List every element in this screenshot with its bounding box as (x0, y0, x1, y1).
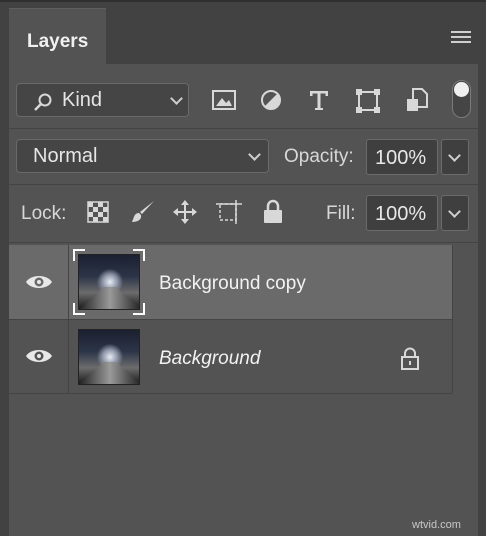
type-filter-icon[interactable] (307, 88, 331, 112)
image-filter-icon[interactable] (211, 88, 237, 112)
divider (9, 128, 478, 129)
lock-position-icon[interactable] (172, 199, 198, 225)
thumbnail-image-floor (79, 287, 139, 309)
opacity-label: Opacity: (284, 146, 354, 167)
filter-toggle-knob (454, 82, 469, 97)
selection-corner (73, 249, 85, 261)
lock-image-pixels-icon[interactable] (130, 199, 156, 225)
eye-icon (26, 350, 52, 362)
filter-kind-dropdown[interactable]: Kind (16, 83, 189, 117)
layers-panel: Layers Kind Normal Opacity: 100% Lock: F… (0, 0, 486, 536)
divider (9, 184, 478, 185)
layer-lock-icon[interactable] (400, 347, 420, 371)
selection-corner (133, 249, 145, 261)
layer-row-background[interactable]: Background (9, 320, 452, 394)
lock-artboard-icon[interactable] (215, 199, 243, 225)
layer-thumbnail[interactable] (78, 254, 140, 310)
lock-all-icon[interactable] (262, 199, 284, 225)
eye-icon (26, 276, 52, 288)
opacity-value: 100% (375, 147, 427, 169)
chevron-down-icon (170, 92, 183, 105)
opacity-field[interactable]: 100% (366, 139, 438, 175)
watermark-text: wtvid.com (412, 519, 461, 531)
selection-corner (133, 303, 145, 315)
blend-mode-dropdown[interactable]: Normal (16, 139, 269, 173)
divider (9, 393, 452, 394)
search-icon (34, 93, 52, 111)
panel-tab-bar: Layers (0, 0, 486, 66)
visibility-toggle[interactable] (9, 245, 69, 319)
panel-left-border (0, 64, 9, 536)
fill-field[interactable]: 100% (366, 195, 438, 231)
filter-toggle[interactable] (452, 80, 471, 118)
filter-kind-label: Kind (62, 89, 103, 111)
blend-mode-value: Normal (33, 145, 98, 167)
lock-label: Lock: (21, 203, 67, 224)
fill-value: 100% (375, 203, 427, 225)
layer-row-background-copy[interactable]: Background copy (9, 245, 452, 319)
chevron-down-icon (448, 149, 461, 162)
smart-object-filter-icon[interactable] (405, 87, 429, 113)
layer-list-divider-vertical (452, 245, 453, 393)
opacity-slider-button[interactable] (441, 139, 469, 175)
chevron-down-icon (448, 205, 461, 218)
layer-name[interactable]: Background copy (159, 273, 306, 295)
thumbnail-image-floor (79, 362, 139, 384)
tab-layers[interactable]: Layers (9, 8, 106, 66)
adjustment-filter-icon[interactable] (259, 88, 283, 112)
panel-menu-icon[interactable] (451, 31, 471, 45)
layer-name[interactable]: Background (159, 348, 260, 370)
fill-label: Fill: (326, 203, 356, 224)
divider (9, 242, 478, 243)
tab-layers-label: Layers (27, 31, 89, 52)
chevron-down-icon (248, 148, 261, 161)
layer-thumbnail[interactable] (78, 329, 140, 385)
shape-filter-icon[interactable] (355, 88, 381, 114)
panel-scrollbar-track[interactable] (478, 64, 486, 536)
lock-transparent-pixels-icon[interactable] (87, 201, 109, 223)
visibility-toggle[interactable] (9, 320, 69, 394)
selection-corner (73, 303, 85, 315)
fill-slider-button[interactable] (441, 195, 469, 231)
